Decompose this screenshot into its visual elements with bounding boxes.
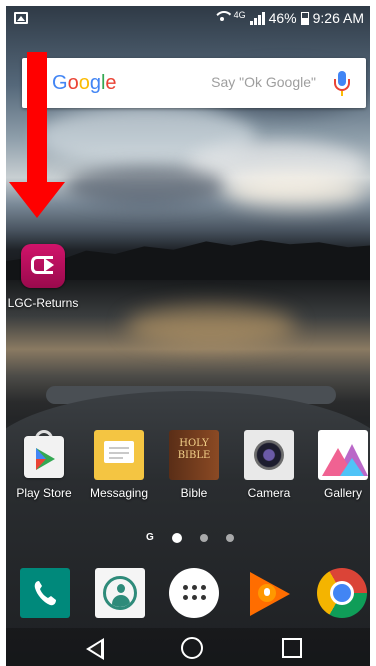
home-icon[interactable] (181, 637, 203, 659)
play-music-icon[interactable] (244, 568, 294, 618)
google-logo: Google (52, 71, 117, 94)
app-messaging[interactable]: Messaging (83, 430, 155, 500)
gallery-icon (318, 430, 368, 480)
app-lgc-returns[interactable]: LGC-Returns (6, 244, 80, 310)
page-dot-1[interactable] (171, 532, 182, 543)
battery-icon (300, 11, 309, 25)
app-label: LGC-Returns (7, 296, 79, 310)
mic-icon[interactable] (332, 71, 352, 97)
voice-search-hint: Say "Ok Google" (211, 74, 316, 90)
app-label: Gallery (323, 486, 362, 500)
google-now-page-indicator[interactable]: G (146, 532, 154, 543)
google-search-bar[interactable]: Google Say "Ok Google" (22, 58, 366, 108)
phone-icon[interactable] (20, 568, 70, 618)
phone-frame: 4G 46% 9:26 AM Google Say "Ok Google" LG… (0, 0, 376, 666)
page-dot-3[interactable] (225, 533, 234, 542)
bible-icon-text: HOLY BIBLE (177, 438, 211, 461)
status-icons: 4G 46% 9:26 AM (214, 10, 364, 26)
network-type: 4G (233, 9, 246, 20)
app-label: Camera (247, 486, 291, 500)
navigation-bar (6, 628, 370, 666)
recents-icon[interactable] (282, 638, 302, 658)
wifi-icon (214, 11, 230, 25)
signal-icon (249, 11, 265, 25)
app-play-store[interactable]: Play Store (8, 430, 80, 500)
app-bible[interactable]: HOLY BIBLE Bible (158, 430, 230, 500)
app-camera[interactable]: Camera (233, 430, 305, 500)
apps-drawer-icon[interactable] (169, 568, 219, 618)
clock: 9:26 AM (312, 10, 364, 26)
back-icon[interactable] (86, 638, 104, 660)
page-indicator: G (146, 532, 234, 543)
return-arrow-icon (21, 244, 65, 288)
battery-percent: 46% (268, 10, 297, 26)
handset-icon (34, 581, 56, 606)
play-store-icon (19, 430, 69, 480)
status-bar: 4G 46% 9:26 AM (6, 6, 370, 32)
app-label: Messaging (89, 486, 149, 500)
app-gallery[interactable]: Gallery (307, 430, 370, 500)
camera-icon (244, 430, 294, 480)
image-notification-icon (14, 12, 28, 24)
bible-book-icon: HOLY BIBLE (169, 430, 219, 480)
app-label: Play Store (16, 486, 72, 500)
home-screen: 4G 46% 9:26 AM Google Say "Ok Google" LG… (6, 6, 370, 666)
app-label: Bible (180, 486, 208, 500)
messaging-icon (94, 430, 144, 480)
contacts-icon[interactable] (95, 568, 145, 618)
chrome-icon[interactable] (317, 568, 367, 618)
page-dot-2[interactable] (199, 533, 208, 542)
